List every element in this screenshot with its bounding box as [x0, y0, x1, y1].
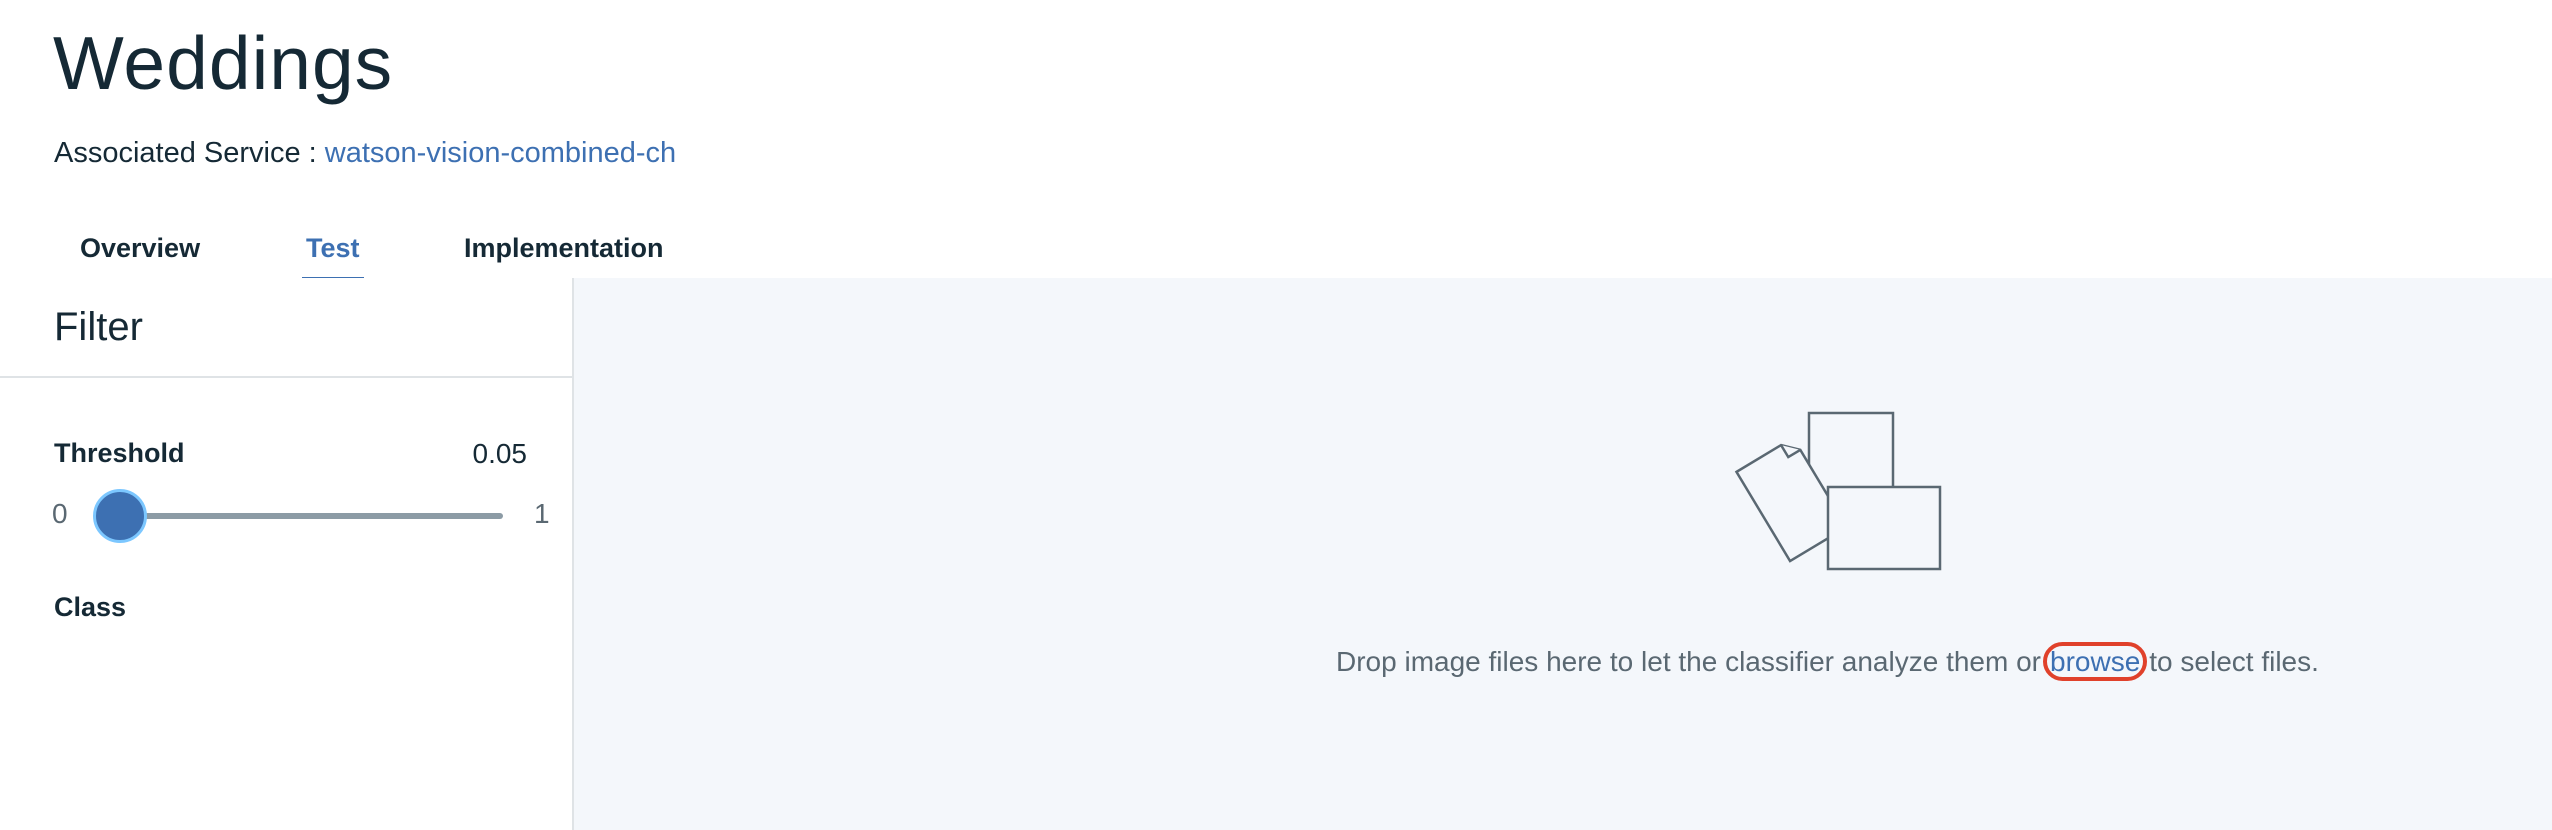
image-drop-zone[interactable]: Drop image files here to let the classif… — [574, 278, 2552, 830]
filter-sidebar: Filter Threshold 0.05 0 1 Class — [0, 278, 574, 830]
associated-service-link[interactable]: watson-vision-combined-ch — [325, 137, 676, 169]
browse-link[interactable]: browse — [2043, 642, 2148, 681]
threshold-value: 0.05 — [472, 438, 528, 469]
tab-test[interactable]: Test — [302, 222, 364, 281]
associated-service-label: Associated Service : — [54, 137, 317, 169]
drop-text-before: Drop image files here to let the classif… — [1336, 646, 2041, 677]
tab-overview[interactable]: Overview — [80, 222, 200, 278]
slider-max-label: 1 — [534, 498, 550, 529]
page-title: Weddings — [53, 21, 394, 105]
class-label: Class — [54, 592, 127, 622]
tab-implementation[interactable]: Implementation — [464, 222, 664, 278]
slider-min-label: 0 — [52, 498, 68, 529]
tab-bar: Overview Test Implementation — [0, 210, 2552, 281]
associated-service: Associated Service : watson-vision-combi… — [54, 134, 676, 172]
threshold-label: Threshold — [54, 438, 185, 468]
drop-text-after: to select files. — [2149, 646, 2319, 677]
threshold-slider-track[interactable] — [100, 513, 503, 519]
filter-title: Filter — [0, 278, 572, 378]
threshold-slider-thumb[interactable] — [93, 489, 148, 543]
drop-instructions: Drop image files here to let the classif… — [1336, 642, 2319, 681]
image-files-icon — [1734, 411, 1942, 571]
